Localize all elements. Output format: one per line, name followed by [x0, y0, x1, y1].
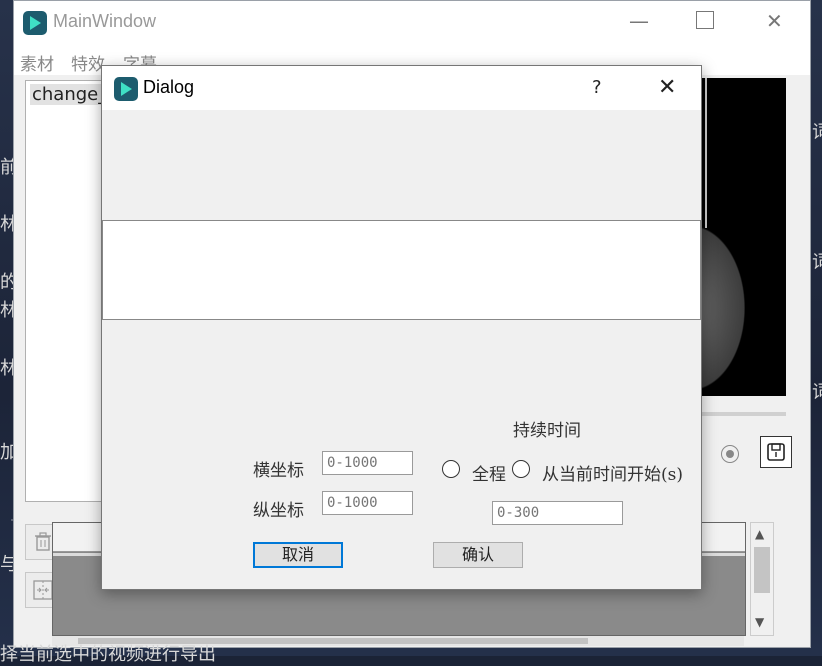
- side-right-text-3: 词: [812, 382, 822, 403]
- from-current-label: 从当前时间开始(s): [542, 465, 683, 485]
- menu-item-effects[interactable]: 特效: [71, 50, 105, 75]
- dialog-close-button[interactable]: ✕: [658, 75, 676, 100]
- help-button[interactable]: ?: [592, 77, 602, 98]
- full-duration-label: 全程: [472, 465, 506, 485]
- side-right-text-1: 词: [812, 122, 822, 143]
- save-frame-button[interactable]: [760, 436, 792, 468]
- full-duration-radio[interactable]: [442, 460, 460, 478]
- video-frame-line: [705, 78, 707, 228]
- vertical-scrollbar[interactable]: ▲ ▼: [750, 522, 774, 636]
- app-logo-icon: [23, 11, 47, 35]
- from-current-radio[interactable]: [512, 460, 530, 478]
- scroll-down-icon[interactable]: ▼: [755, 615, 764, 629]
- trash-icon: [35, 532, 51, 551]
- save-icon: [767, 443, 785, 461]
- record-button[interactable]: [714, 438, 746, 470]
- y-coordinate-input[interactable]: [322, 491, 413, 515]
- maximize-icon[interactable]: [696, 11, 714, 29]
- x-coordinate-label: 横坐标: [253, 461, 304, 481]
- dialog: Dialog ? ✕ 持续时间 横坐标 纵坐标 全程 从当前时间开始(s) 取消…: [101, 65, 702, 590]
- list-item[interactable]: change_: [30, 84, 110, 105]
- scroll-up-icon[interactable]: ▲: [755, 527, 764, 541]
- main-window-title: MainWindow: [53, 11, 157, 31]
- side-right-text-2: 词: [812, 252, 822, 273]
- cancel-button[interactable]: 取消: [253, 542, 343, 568]
- y-coordinate-label: 纵坐标: [253, 501, 304, 521]
- video-progress-bar[interactable]: [690, 412, 786, 416]
- dialog-title: Dialog: [143, 77, 195, 97]
- dialog-titlebar[interactable]: Dialog ? ✕: [102, 66, 701, 110]
- duration-input[interactable]: [492, 501, 623, 525]
- confirm-button[interactable]: 确认: [433, 542, 523, 568]
- minimize-icon[interactable]: —: [629, 9, 649, 33]
- material-list[interactable]: change_: [25, 80, 110, 502]
- menu-item-materials[interactable]: 素材: [20, 50, 54, 75]
- split-icon: [33, 580, 53, 600]
- dialog-text-area[interactable]: [102, 220, 701, 320]
- dialog-app-icon: [114, 77, 138, 101]
- record-icon: [721, 445, 739, 463]
- scrollbar-thumb[interactable]: [754, 547, 770, 593]
- duration-label: 持续时间: [513, 421, 581, 441]
- main-window-titlebar[interactable]: MainWindow — ✕: [14, 1, 810, 45]
- close-icon[interactable]: ✕: [766, 9, 783, 33]
- status-text: 择当前选中的视频进行导出: [0, 644, 216, 665]
- x-coordinate-input[interactable]: [322, 451, 413, 475]
